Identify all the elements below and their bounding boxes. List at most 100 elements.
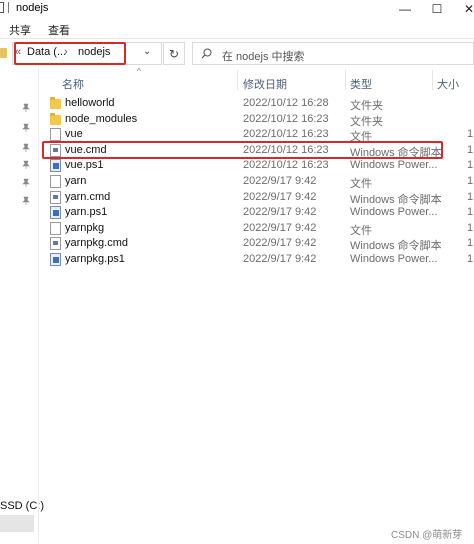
file-size: 1 [467, 190, 474, 203]
file-type: 文件 [350, 178, 372, 190]
cmd-icon [50, 190, 61, 204]
file-row[interactable]: yarn.cmd 2022/9/17 9:42 Windows 命令脚本 1 [39, 190, 474, 206]
column-size[interactable]: 大小 [437, 76, 459, 92]
nav-item-selected-bar[interactable] [0, 515, 34, 532]
file-name: vue [65, 128, 83, 141]
file-type: Windows Power... [350, 253, 438, 265]
column-date[interactable]: 修改日期 [243, 76, 287, 92]
file-date: 2022/9/17 9:42 [243, 237, 317, 250]
file-size: 1 [467, 143, 474, 156]
powershell-icon [50, 253, 61, 266]
file-row[interactable]: yarn.ps1 2022/9/17 9:42 Windows Power...… [39, 205, 474, 220]
file-name: yarnpkg [65, 221, 105, 234]
search-input[interactable]: 在 nodejs 中搜索 [192, 42, 474, 65]
sort-caret-icon: ^ [137, 67, 141, 76]
file-size: 1 [467, 221, 474, 234]
close-icon: ✕ [463, 1, 474, 16]
file-row[interactable]: yarnpkg 2022/9/17 9:42 文件 1 [39, 221, 474, 237]
file-type: Windows Power... [350, 159, 438, 172]
column-divider[interactable] [237, 70, 238, 90]
file-size: 1 [467, 128, 474, 141]
powershell-icon [50, 159, 61, 173]
cmd-icon [50, 237, 61, 251]
ribbon: 共享 查看 [0, 17, 474, 39]
row-highlight-box [42, 141, 443, 159]
pin-icon[interactable] [22, 196, 30, 205]
tab-share[interactable]: 共享 [9, 22, 31, 38]
file-date: 2022/10/12 16:23 [243, 159, 329, 172]
maximize-button[interactable]: ☐ [420, 0, 454, 17]
title-divider [8, 2, 9, 13]
file-name: vue.ps1 [65, 159, 104, 172]
maximize-icon: ☐ [431, 1, 443, 16]
column-divider[interactable] [432, 70, 433, 90]
search-placeholder: 在 nodejs 中搜索 [222, 51, 305, 63]
search-icon [201, 48, 212, 59]
pin-icon[interactable] [22, 103, 30, 112]
file-date: 2022/9/17 9:42 [243, 253, 317, 265]
address-highlight-box [14, 42, 126, 65]
file-date: 2022/9/17 9:42 [243, 190, 317, 203]
pin-icon[interactable] [22, 123, 30, 132]
column-header: ^ 名称 修改日期 类型 大小 [39, 67, 474, 92]
column-divider[interactable] [345, 70, 346, 90]
file-row[interactable]: node_modules 2022/10/12 16:23 文件夹 [39, 112, 474, 128]
column-name[interactable]: 名称 [62, 76, 84, 92]
powershell-icon [50, 206, 61, 220]
file-date: 2022/10/12 16:28 [243, 97, 329, 109]
file-icon [50, 175, 61, 188]
tab-view[interactable]: 查看 [48, 22, 70, 38]
folder-icon [0, 48, 7, 58]
chevron-down-icon[interactable]: ⌄ [143, 46, 151, 57]
watermark: CSDN @萌新芽 [391, 530, 463, 541]
file-row[interactable]: yarnpkg.ps1 2022/9/17 9:42 Windows Power… [39, 252, 474, 267]
navigation-pane: SSD (C:) [0, 68, 44, 544]
refresh-icon: ↻ [168, 46, 180, 61]
minimize-icon: — [399, 1, 411, 16]
file-size: 1 [467, 206, 474, 219]
minimize-button[interactable]: — [388, 0, 422, 17]
folder-icon [50, 97, 61, 109]
file-size: 1 [467, 159, 474, 172]
file-type: Windows 命令脚本 [350, 240, 442, 253]
pin-icon[interactable] [22, 143, 30, 152]
file-size: 1 [467, 253, 474, 265]
file-row[interactable]: yarn 2022/9/17 9:42 文件 1 [39, 174, 474, 190]
file-date: 2022/9/17 9:42 [243, 206, 317, 219]
file-icon [50, 221, 61, 235]
file-name: node_modules [65, 112, 138, 125]
file-name: yarnpkg.ps1 [65, 253, 125, 265]
column-type[interactable]: 类型 [350, 76, 372, 92]
file-type: 文件夹 [350, 100, 383, 112]
file-type: Windows Power... [350, 206, 438, 219]
file-type: 文件 [350, 224, 372, 237]
close-button[interactable]: ✕ [452, 0, 474, 17]
file-type: Windows 命令脚本 [350, 193, 442, 206]
file-name: yarn [65, 175, 87, 187]
file-name: helloworld [65, 97, 115, 109]
file-date: 2022/9/17 9:42 [243, 175, 317, 187]
file-size: 1 [467, 175, 474, 187]
file-name: yarn.ps1 [65, 206, 108, 219]
address-row: « Data (... › nodejs ⌄ ↻ 在 nodejs 中搜索 [0, 40, 474, 68]
file-date: 2022/9/17 9:42 [243, 221, 317, 234]
pin-icon[interactable] [22, 160, 30, 169]
window-title: nodejs [16, 2, 49, 14]
file-row[interactable]: vue.ps1 2022/10/12 16:23 Windows Power..… [39, 158, 474, 173]
file-name: yarn.cmd [65, 190, 111, 203]
file-row[interactable]: yarnpkg.cmd 2022/9/17 9:42 Windows 命令脚本 … [39, 236, 474, 253]
refresh-button[interactable]: ↻ [163, 42, 185, 65]
file-date: 2022/10/12 16:23 [243, 112, 329, 125]
file-size: 1 [467, 237, 474, 250]
file-date: 2022/10/12 16:23 [243, 128, 329, 141]
folder-icon [50, 112, 61, 125]
ribbon-divider [0, 38, 474, 39]
file-name: yarnpkg.cmd [65, 237, 128, 250]
file-type: 文件夹 [350, 115, 383, 128]
title-bar: nodejs — ☐ ✕ [0, 0, 474, 17]
file-row[interactable]: helloworld 2022/10/12 16:28 文件夹 [39, 96, 474, 112]
file-row[interactable]: vue 2022/10/12 16:23 文件 1 [39, 127, 474, 143]
file-icon [50, 128, 61, 142]
pin-icon[interactable] [22, 178, 30, 187]
window-icon [0, 2, 4, 13]
